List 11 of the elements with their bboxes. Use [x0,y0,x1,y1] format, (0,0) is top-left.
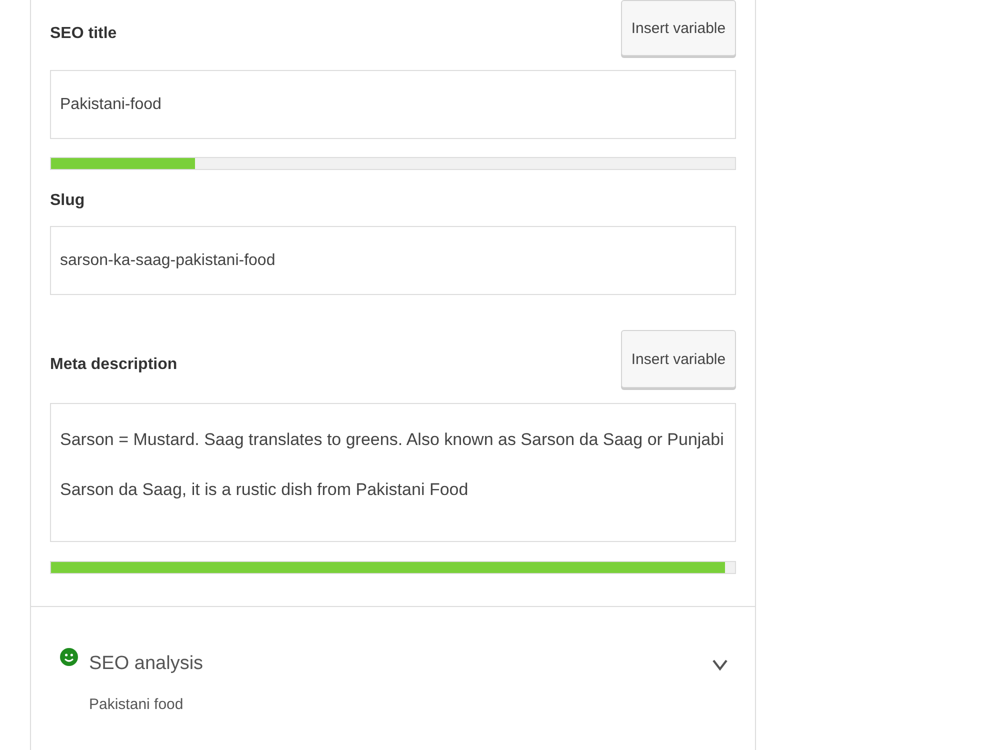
field-label: SEO title [50,24,117,43]
chevron-icon[interactable] [712,659,728,671]
field-label: Meta description [50,355,178,374]
section-title[interactable]: SEO analysis [89,649,204,679]
text-input-field[interactable]: Pakistani-food [50,70,736,139]
insert-variable-button[interactable]: Insert variable [621,0,736,56]
text-input-field[interactable]: sarson-ka-saag-pakistani-food [50,226,736,295]
insert-variable-button[interactable]: Insert variable [621,330,736,388]
keyphrase-text: Pakistani food [89,696,184,713]
field-label: Slug [50,192,85,210]
textarea-field[interactable]: Sarson = Mustard. Saag translates to greens. Also known as Sarson da Saag or Punjabi Sarson da Saag, it is a rustic dish from Pakistani Food [50,403,736,542]
